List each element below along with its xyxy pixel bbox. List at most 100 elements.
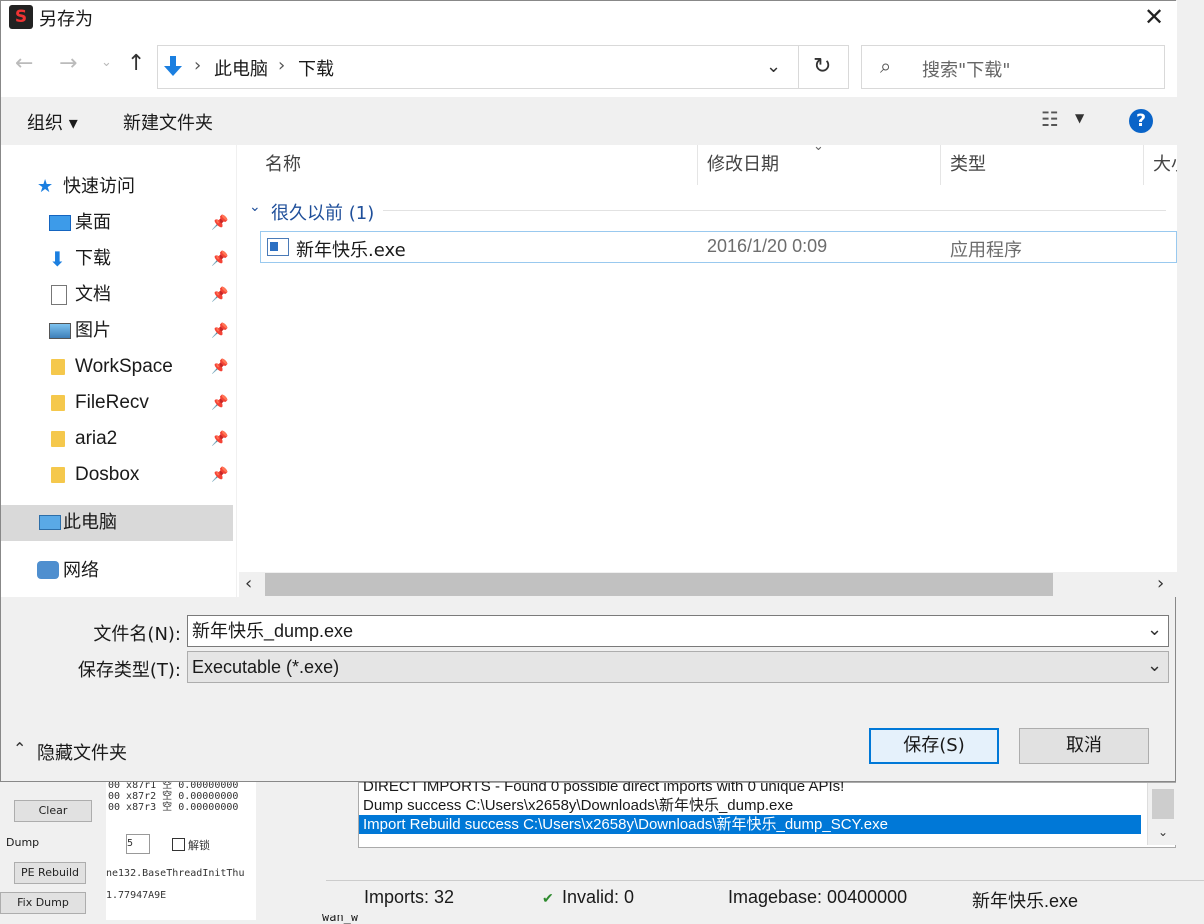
hide-folders-toggle[interactable]: 隐藏文件夹 xyxy=(37,739,127,765)
nav-item-aria2[interactable]: aria2 📌 xyxy=(1,421,233,457)
search-icon: ⌕ xyxy=(880,54,892,78)
up-arrow-icon[interactable]: ↑ xyxy=(127,51,145,76)
folder-icon xyxy=(51,431,65,447)
column-name[interactable]: 名称 xyxy=(265,145,301,185)
search-placeholder: 搜索"下载" xyxy=(922,60,1011,81)
nav-item-documents[interactable]: 文档 📌 xyxy=(1,277,233,313)
log-list[interactable]: DIRECT IMPORTS - Found 0 possible direct… xyxy=(358,778,1178,848)
nav-item-label: 图片 xyxy=(75,320,111,341)
file-date: 2016/1/20 0:09 xyxy=(707,236,828,256)
filetype-label: 保存类型(T): xyxy=(77,660,181,681)
address-bar[interactable]: › 此电脑 › 下载 ⌄ xyxy=(157,45,799,89)
horizontal-scrollbar[interactable]: ‹ › xyxy=(239,572,1177,597)
help-icon[interactable]: ? xyxy=(1129,109,1153,133)
unlock-label: 解锁 xyxy=(188,839,210,852)
recent-dropdown-icon[interactable]: ⌄ xyxy=(101,55,112,70)
pin-icon: 📌 xyxy=(211,431,229,447)
thread-text: ne132.BaseThreadInitThu xyxy=(106,868,245,879)
cancel-button[interactable]: 取消 xyxy=(1019,728,1149,764)
filename-input[interactable]: 新年快乐_dump.exe xyxy=(187,615,1169,647)
scroll-left-icon[interactable]: ‹ xyxy=(245,573,252,594)
nav-item-filerecv[interactable]: FileRecv 📌 xyxy=(1,385,233,421)
filename-label: 文件名(N): xyxy=(93,624,181,645)
chevron-down-icon[interactable]: ⌄ xyxy=(1154,823,1168,842)
app-logo-icon: S xyxy=(9,5,33,29)
folder-icon xyxy=(51,395,65,411)
new-folder-button[interactable]: 新建文件夹 xyxy=(123,109,213,135)
exe-file-icon xyxy=(267,238,289,256)
folder-icon xyxy=(51,359,65,375)
dump-group-label: Dump xyxy=(6,836,40,849)
nav-item-workspace[interactable]: WorkSpace 📌 xyxy=(1,349,233,385)
column-divider[interactable] xyxy=(1143,145,1144,185)
search-box[interactable]: ⌕ 搜索"下载" xyxy=(861,45,1165,89)
group-divider xyxy=(383,210,1166,211)
close-icon[interactable]: ✕ xyxy=(1139,1,1169,33)
imagebase-value: Imagebase: 00400000 xyxy=(728,887,908,907)
invalid-count: Invalid: 0 xyxy=(562,887,635,907)
nav-item-pictures[interactable]: 图片 📌 xyxy=(1,313,233,349)
background-register-view: 00 x87r1 空 0.00000000 00 x87r2 空 0.00000… xyxy=(106,780,256,920)
nav-item-dosbox[interactable]: Dosbox 📌 xyxy=(1,457,233,493)
nav-this-pc-label: 此电脑 xyxy=(63,512,117,533)
navigation-pane: ★ 快速访问 桌面 📌 ⬇ 下载 📌 文档 📌 图片 📌 WorkSpace 📌 xyxy=(1,145,236,597)
view-dropdown-icon[interactable]: ▼ xyxy=(1075,111,1084,125)
unlock-checkbox[interactable] xyxy=(172,838,185,851)
breadcrumb-downloads[interactable]: 下载 xyxy=(298,55,334,81)
nav-item-downloads[interactable]: ⬇ 下载 📌 xyxy=(1,241,233,277)
file-row[interactable]: 新年快乐.exe 2016/1/20 0:09 应用程序 xyxy=(260,231,1177,263)
chevron-down-icon[interactable]: ⌄ xyxy=(1147,655,1162,676)
forward-arrow-icon[interactable]: → xyxy=(59,51,77,76)
chevron-up-icon[interactable]: ⌃ xyxy=(13,739,26,758)
nav-this-pc[interactable]: 此电脑 xyxy=(1,505,233,541)
hex-text: 1.77947A9E xyxy=(106,890,167,901)
download-arrow-icon xyxy=(164,56,182,76)
star-icon: ★ xyxy=(37,176,54,197)
fix-dump-button[interactable]: Fix Dump xyxy=(0,892,86,914)
save-button[interactable]: 保存(S) xyxy=(869,728,999,764)
chevron-down-icon[interactable]: ⌄ xyxy=(1147,619,1162,640)
scroll-thumb[interactable] xyxy=(265,573,1053,596)
log-scroll-thumb[interactable] xyxy=(1152,789,1174,819)
filetype-select[interactable]: Executable (*.exe) xyxy=(187,651,1169,683)
toolbar: 组织 ▾ 新建文件夹 ☷ ▼ ? xyxy=(1,97,1177,145)
pe-rebuild-button[interactable]: PE Rebuild xyxy=(14,862,86,884)
spinner-input[interactable]: 5 xyxy=(126,834,150,854)
column-divider[interactable] xyxy=(940,145,941,185)
scroll-right-icon[interactable]: › xyxy=(1157,573,1164,594)
back-arrow-icon[interactable]: ← xyxy=(15,51,33,76)
pin-icon: 📌 xyxy=(211,467,229,483)
log-line-selected[interactable]: Import Rebuild success C:\Users\x2658y\D… xyxy=(359,815,1141,834)
background-left-panel: Clear Dump PE Rebuild Fix Dump xyxy=(0,780,107,920)
group-header[interactable]: 很久以前 (1) xyxy=(271,199,374,225)
nav-item-desktop[interactable]: 桌面 📌 xyxy=(1,205,233,241)
pin-icon: 📌 xyxy=(211,215,229,231)
file-type: 应用程序 xyxy=(950,240,1022,261)
save-as-dialog: S 另存为 ✕ ← → ⌄ ↑ › 此电脑 › 下载 ⌄ ↻ ⌕ 搜索"下载" … xyxy=(0,0,1177,782)
breadcrumb-this-pc[interactable]: 此电脑 xyxy=(214,55,268,81)
chevron-down-icon[interactable]: ⌄ xyxy=(766,56,781,77)
nav-item-label: WorkSpace xyxy=(75,356,173,377)
log-scrollbar[interactable]: ⌄ xyxy=(1147,783,1178,845)
pin-icon: 📌 xyxy=(211,287,229,303)
column-divider[interactable] xyxy=(697,145,698,185)
document-icon xyxy=(51,285,67,305)
nav-item-label: 下载 xyxy=(75,248,111,269)
breadcrumb-separator: › xyxy=(278,55,286,76)
nav-network[interactable]: 网络 xyxy=(1,553,233,589)
file-name: 新年快乐.exe xyxy=(296,240,406,261)
column-date[interactable]: 修改日期 xyxy=(707,145,779,185)
nav-network-label: 网络 xyxy=(63,560,99,581)
imports-count: Imports: 32 xyxy=(364,887,455,907)
register-line: 00 x87r2 空 0.00000000 xyxy=(108,791,239,802)
column-size[interactable]: 大小 xyxy=(1153,145,1177,185)
view-options-icon[interactable]: ☷ xyxy=(1041,107,1059,131)
group-collapse-icon[interactable]: ⌄ xyxy=(249,199,261,215)
refresh-button[interactable]: ↻ xyxy=(799,45,849,89)
column-type[interactable]: 类型 xyxy=(950,145,986,185)
clear-button[interactable]: Clear xyxy=(14,800,92,822)
nav-quick-access[interactable]: ★ 快速访问 xyxy=(1,169,233,205)
computer-icon xyxy=(39,515,61,530)
breadcrumb-separator: › xyxy=(194,55,202,76)
organize-menu[interactable]: 组织 ▾ xyxy=(27,109,78,135)
